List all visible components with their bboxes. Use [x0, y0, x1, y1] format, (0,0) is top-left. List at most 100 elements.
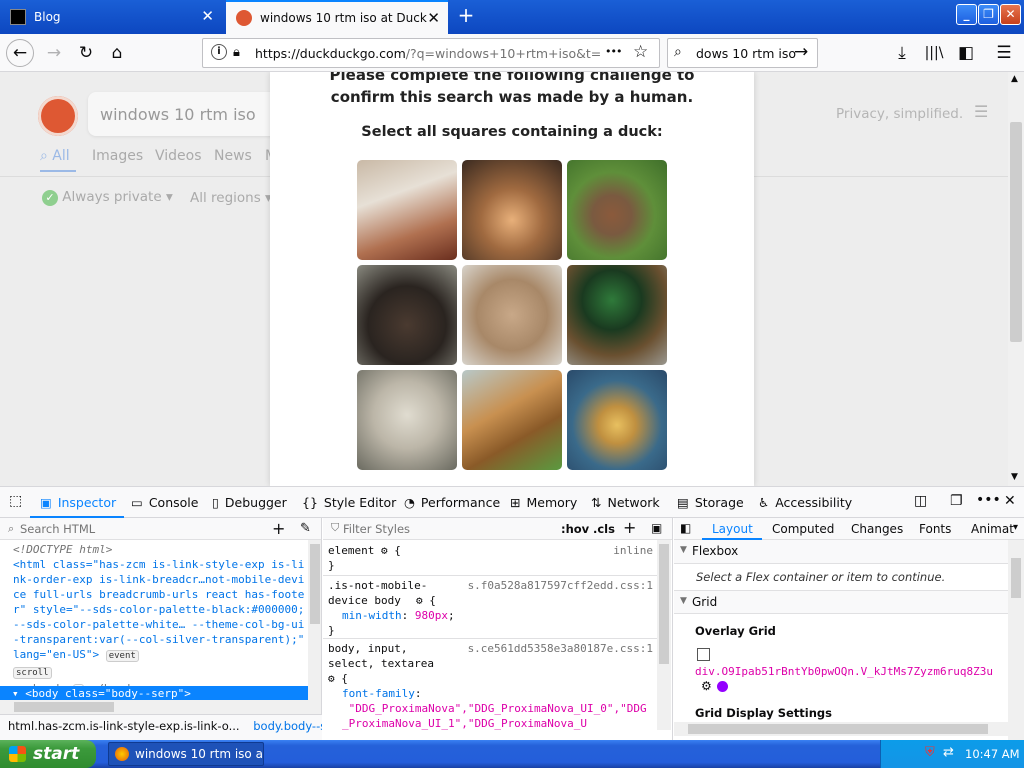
new-tab-button[interactable]: +: [454, 4, 478, 28]
close-tab-icon[interactable]: ✕: [201, 8, 214, 24]
url-text[interactable]: https://duckduckgo.com/?q=windows+10+rtm…: [255, 46, 601, 61]
tab-fonts[interactable]: Fonts: [919, 522, 951, 536]
tab-blog[interactable]: Blog ✕: [0, 0, 222, 34]
page-scrollbar[interactable]: ▲ ▼: [1008, 72, 1024, 486]
scrollbar-thumb[interactable]: [1010, 122, 1022, 342]
clock[interactable]: 10:47 AM: [965, 747, 1020, 761]
ddg-tab-images[interactable]: Images: [92, 148, 143, 164]
rules-scrollbar[interactable]: [657, 540, 671, 730]
grid-color-swatch[interactable]: [717, 681, 728, 692]
ddg-tab-news[interactable]: News: [214, 148, 252, 164]
close-devtools-icon[interactable]: ✕: [1004, 493, 1016, 509]
rule-min-width[interactable]: .is-not-mobile-device body s.f0a528a8175…: [328, 578, 653, 638]
challenge-tile-mallard[interactable]: [567, 265, 667, 365]
tab-console[interactable]: ▭ Console: [131, 495, 198, 510]
breadcrumb-body[interactable]: body.body--serp.: [253, 719, 322, 733]
challenge-tile-giraffe[interactable]: [462, 370, 562, 470]
bookmark-star-icon[interactable]: ☆: [633, 42, 648, 62]
library-button[interactable]: |||\: [920, 39, 948, 67]
chevron-down-icon[interactable]: ▾: [1013, 522, 1018, 533]
search-html-input[interactable]: [20, 521, 260, 537]
challenge-tile-cat-under-chair[interactable]: [357, 160, 457, 260]
tab-memory[interactable]: ⊞ Memory: [510, 495, 577, 510]
challenge-tile-cats[interactable]: [462, 160, 562, 260]
target-icon[interactable]: ⚙︎: [701, 679, 712, 693]
tab-computed[interactable]: Computed: [772, 522, 834, 536]
tab-performance[interactable]: ◔ Performance: [404, 495, 500, 510]
scroll-up-icon[interactable]: ▲: [1011, 74, 1018, 84]
toggle-pane-icon[interactable]: ◧: [680, 521, 691, 535]
shield-icon[interactable]: ⛨: [925, 745, 935, 760]
challenge-tile-pig[interactable]: [357, 370, 457, 470]
scrollbar-thumb[interactable]: [310, 544, 320, 624]
network-icon[interactable]: ⇄: [943, 745, 954, 760]
search-input[interactable]: dows 10 rtm iso: [696, 46, 796, 61]
ddg-tab-videos[interactable]: Videos: [155, 148, 202, 164]
add-node-icon[interactable]: +: [272, 519, 285, 538]
start-button[interactable]: start: [0, 740, 96, 768]
hov-toggle[interactable]: :hov: [561, 522, 589, 536]
markup-scrollbar[interactable]: [308, 540, 321, 722]
eyedropper-icon[interactable]: ✎: [300, 521, 311, 536]
scroll-badge[interactable]: scroll: [13, 664, 308, 681]
minimize-button[interactable]: _: [956, 4, 977, 25]
search-bar[interactable]: ⌕ dows 10 rtm iso →: [667, 38, 818, 68]
html-node[interactable]: <html class="has-zcm is-link-style-exp i…: [13, 557, 308, 664]
duckduckgo-logo[interactable]: [38, 96, 78, 136]
tab-animations[interactable]: Animat: [971, 522, 1014, 536]
flexbox-section-header[interactable]: ▼ Flexbox: [674, 540, 1008, 564]
layout-scrollbar[interactable]: [1008, 540, 1024, 740]
tab-debugger[interactable]: ▯ Debugger: [212, 495, 287, 510]
safe-search-filter[interactable]: ✓ Always private ▾: [42, 189, 173, 206]
markup-hscrollbar[interactable]: [0, 700, 308, 714]
arrow-right-icon[interactable]: →: [794, 42, 808, 62]
challenge-tile-dog[interactable]: [462, 265, 562, 365]
separate-window-icon[interactable]: ❐: [950, 493, 963, 509]
scroll-down-icon[interactable]: ▼: [1011, 472, 1018, 482]
sidebar-button[interactable]: ◧: [952, 39, 980, 67]
page-actions-icon[interactable]: •••: [605, 45, 622, 58]
challenge-tile-duck-grass[interactable]: [567, 160, 667, 260]
forward-button[interactable]: →: [40, 39, 68, 67]
gear-icon[interactable]: ⚙︎: [381, 544, 388, 557]
close-window-button[interactable]: ✕: [1000, 4, 1021, 25]
tab-network[interactable]: ⇅ Network: [591, 495, 660, 510]
ddg-search-input[interactable]: windows 10 rtm iso: [100, 105, 256, 124]
rule-element[interactable]: element ⚙︎ { inline }: [328, 543, 653, 573]
reload-button[interactable]: ↻: [72, 39, 100, 67]
dock-side-icon[interactable]: ◫: [914, 493, 927, 509]
challenge-tile-buffalo[interactable]: [357, 265, 457, 365]
tab-inspector[interactable]: ▣ Inspector: [40, 495, 116, 510]
tab-duckduckgo[interactable]: windows 10 rtm iso at DuckDuckGo ✕: [226, 0, 448, 34]
grid-item-selector[interactable]: div.O9Ipab51rBntYb0pwOQn.V_kJtMs7Zyzm6ru…: [695, 664, 1007, 679]
lock-icon[interactable]: 🔒︎: [233, 45, 240, 60]
grid-section-header[interactable]: ▼ Grid: [674, 590, 1008, 614]
layout-hscrollbar[interactable]: [674, 722, 1008, 736]
privacy-tagline[interactable]: Privacy, simplified.: [836, 106, 963, 122]
tab-storage[interactable]: ▤ Storage: [677, 495, 744, 510]
scrollbar-thumb[interactable]: [14, 702, 114, 712]
event-badge[interactable]: event: [105, 650, 139, 662]
more-options-icon[interactable]: •••: [976, 492, 1001, 508]
breadcrumb-html[interactable]: html.has-zcm.is-link-style-exp.is-link-o…: [8, 719, 240, 733]
pick-element-icon[interactable]: ⬚: [9, 493, 22, 509]
tab-changes[interactable]: Changes: [851, 522, 903, 536]
menu-button[interactable]: ☰: [990, 39, 1018, 67]
downloads-button[interactable]: ⤓: [888, 39, 916, 67]
cls-toggle[interactable]: .cls: [593, 522, 615, 536]
scrollbar-thumb[interactable]: [1011, 558, 1021, 598]
add-rule-icon[interactable]: +: [623, 518, 636, 537]
taskbar-item-firefox[interactable]: windows 10 rtm iso at...: [108, 742, 264, 766]
gear-icon[interactable]: ⚙︎: [416, 594, 423, 607]
info-icon[interactable]: i: [211, 44, 227, 60]
back-button[interactable]: ←: [6, 39, 34, 67]
home-button[interactable]: ⌂: [103, 39, 131, 67]
gear-icon[interactable]: ⚙︎: [328, 672, 335, 685]
filter-styles-input[interactable]: [343, 521, 543, 537]
tab-accessibility[interactable]: ♿︎ Accessibility: [758, 495, 852, 510]
scrollbar-thumb[interactable]: [688, 724, 988, 734]
hamburger-icon[interactable]: ☰: [974, 102, 988, 121]
close-tab-icon[interactable]: ✕: [427, 10, 440, 26]
print-icon[interactable]: ▣: [651, 521, 662, 535]
rule-font-family[interactable]: body, input, select, textarea s.ce561dd5…: [328, 641, 653, 731]
